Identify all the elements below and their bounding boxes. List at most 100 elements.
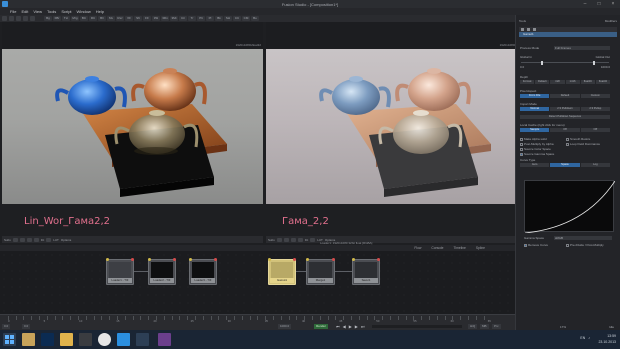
input-pin-icon[interactable] <box>189 258 192 261</box>
depth-default[interactable]: Default <box>535 80 550 84</box>
tool-button-sh[interactable]: SH <box>224 16 232 21</box>
tool-button-mx[interactable]: Mx <box>107 16 115 21</box>
save-icon[interactable] <box>16 16 21 21</box>
tool-button-xf[interactable]: XF <box>125 16 133 21</box>
checker-icon[interactable] <box>33 237 39 242</box>
node-loader1[interactable]: Loader1 - TIF <box>106 258 134 285</box>
app-icon[interactable] <box>136 333 149 346</box>
tool-button-pl[interactable]: Pl <box>206 16 214 21</box>
skype-icon[interactable] <box>117 333 130 346</box>
menu-file[interactable]: File <box>10 9 16 14</box>
menu-edit[interactable]: Edit <box>21 9 28 14</box>
depth-float16[interactable]: float16 <box>580 80 595 84</box>
photoshop-icon[interactable] <box>41 333 54 346</box>
process-mode-select[interactable]: Full Frames <box>554 46 610 50</box>
tool-button-bg[interactable]: Bg <box>44 16 52 21</box>
flow-editor[interactable] <box>0 251 515 314</box>
import-normal[interactable]: Normal <box>520 107 550 111</box>
check-source-gamma-space[interactable]: Source Gamma Space <box>520 152 610 156</box>
input-pin-icon[interactable] <box>106 258 109 261</box>
hiq-toggle[interactable]: HiQ <box>468 324 478 329</box>
tool-button-bc[interactable]: BC <box>80 16 88 21</box>
right-viewer[interactable] <box>266 49 527 204</box>
step-back-icon[interactable]: ◀ <box>343 324 346 329</box>
3d-app-icon[interactable] <box>79 333 92 346</box>
roi-icon[interactable] <box>19 237 25 242</box>
checker-icon[interactable] <box>297 237 303 242</box>
gamma-curve-graph[interactable] <box>524 180 616 234</box>
node-loader3[interactable]: Loader3 - TIF <box>189 258 217 285</box>
left-options-button[interactable]: Options <box>61 238 71 242</box>
detect-pulldown-button[interactable]: Detect Pulldown Sequence <box>520 115 610 119</box>
node-merge1[interactable]: Merge1 <box>306 258 335 285</box>
depth-format[interactable]: Format <box>520 80 535 84</box>
roi-icon[interactable] <box>283 237 289 242</box>
checkbox[interactable] <box>566 137 569 141</box>
space-off-1[interactable]: Off <box>550 128 580 132</box>
space-off-2[interactable]: Off <box>580 128 610 132</box>
checkbox[interactable] <box>520 152 523 156</box>
space-sample[interactable]: Sample <box>520 128 550 132</box>
node-saver1[interactable]: Saver1 <box>352 258 380 285</box>
tool-button-3mt[interactable]: 3Mt <box>170 16 178 21</box>
checkbox[interactable] <box>520 142 523 146</box>
input-pin-icon[interactable] <box>268 258 271 261</box>
tool-button-bo[interactable]: Bo <box>251 16 259 21</box>
undo-icon[interactable] <box>23 16 28 21</box>
global-out-value[interactable]: 1000.0 <box>601 65 610 69</box>
tab-timeline[interactable]: Timeline <box>453 246 465 250</box>
chrome-icon[interactable] <box>98 333 111 346</box>
tool-button-cm[interactable]: CM <box>242 16 250 21</box>
depth-int8[interactable]: int8 <box>550 80 565 84</box>
proxy-toggle[interactable]: Prx <box>492 324 501 329</box>
output-pin-icon[interactable] <box>173 258 176 261</box>
open-icon[interactable] <box>9 16 14 21</box>
checkbox[interactable] <box>520 147 523 151</box>
checkbox[interactable] <box>520 137 523 141</box>
menu-help[interactable]: Help <box>96 9 104 14</box>
tab-spline[interactable]: Spline <box>476 246 485 250</box>
tool-button-sft[interactable]: Sft <box>134 16 142 21</box>
tool-button-plt[interactable]: Plt <box>197 16 205 21</box>
curve-space[interactable]: Space <box>550 163 580 167</box>
node-gamut1[interactable]: Gamut1 <box>268 258 296 285</box>
render-start-field[interactable]: 0.0 <box>22 324 31 329</box>
check-smooth-resize[interactable]: Smooth Resize <box>566 137 611 141</box>
tool-button-bk[interactable]: Bk <box>215 16 223 21</box>
tab-tools[interactable]: Tools <box>519 19 526 23</box>
channel-icon[interactable] <box>12 237 18 242</box>
pixel-aspect-default[interactable]: Default <box>550 94 580 98</box>
close-icon[interactable]: × <box>606 0 620 8</box>
tab-flow[interactable]: Flow <box>414 246 421 250</box>
tool-button-rsz[interactable]: Rsz <box>116 16 124 21</box>
depth-float32[interactable]: float32 <box>595 80 611 84</box>
guides-icon[interactable] <box>46 237 52 242</box>
clock[interactable]: 13:59 23.10.2013 <box>598 333 616 345</box>
checkbox[interactable] <box>566 243 569 247</box>
start-icon[interactable] <box>3 333 16 346</box>
folder-icon[interactable] <box>60 333 73 346</box>
left-viewer[interactable] <box>2 49 263 204</box>
tool-button-fbr[interactable]: FBr <box>53 16 61 21</box>
checkbox[interactable] <box>566 142 569 146</box>
go-end-icon[interactable]: ⏭ <box>361 324 365 329</box>
tool-button-tr[interactable]: Tr <box>188 16 196 21</box>
tray-lang[interactable]: EN <box>580 336 585 340</box>
tool-button-3si[interactable]: 3SI <box>152 16 160 21</box>
check-make-alpha[interactable]: Make Alpha solid <box>520 137 565 141</box>
global-in-value[interactable]: 0.0 <box>520 65 524 69</box>
global-range-slider[interactable] <box>521 60 609 65</box>
tool-button-mrg[interactable]: Mrg <box>71 16 79 21</box>
right-zoom-menu[interactable]: Subv <box>268 238 275 242</box>
play-icon[interactable]: ▶ <box>349 324 352 329</box>
node-loader2[interactable]: Loader2 - TIF <box>148 258 176 285</box>
check-source-color-space[interactable]: Source Color Space <box>520 147 610 151</box>
render-end-field[interactable]: 1000.0 <box>278 324 292 329</box>
tool-button-ff[interactable]: FF <box>143 16 151 21</box>
left-zoom-menu[interactable]: Subv <box>4 238 11 242</box>
curve-log[interactable]: Log <box>580 163 610 167</box>
right-fit-button[interactable]: Fit <box>305 238 308 242</box>
tab-modifiers[interactable]: Modifiers <box>605 19 617 23</box>
tool-button-cc[interactable]: CC <box>233 16 241 21</box>
tool-button-rc[interactable]: RC <box>89 16 97 21</box>
